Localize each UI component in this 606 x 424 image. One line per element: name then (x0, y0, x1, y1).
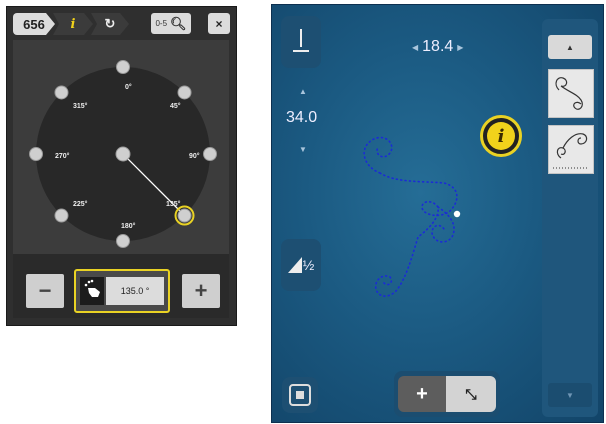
plus-icon: + (194, 278, 208, 303)
angle-value: 135.0 ° (106, 277, 164, 305)
balance-button[interactable]: ½ (281, 239, 321, 291)
scroll-down-button[interactable]: ▼ (548, 383, 592, 407)
dial-center-knob (115, 146, 131, 162)
angle-label-0: 0° (125, 84, 132, 91)
length-up-icon[interactable]: ▲ (299, 87, 307, 96)
decrease-angle-button[interactable]: − (26, 274, 64, 308)
angle-label-315: 315° (73, 103, 88, 110)
info-button[interactable]: i (480, 115, 522, 157)
angle-label-180: 180° (121, 223, 136, 230)
zoom-button[interactable]: 0-5 🔍︎ (151, 13, 191, 34)
move-arrows-icon: ⤡ (465, 385, 477, 402)
angle-dial-panel: 0° 45° 90° 135° 180° 225° 270° 315° (13, 40, 229, 254)
stitch-width-display: ◀ 18.4 ▶ (412, 38, 463, 56)
magnifier-icon: 🔍︎ (170, 15, 187, 31)
frame-button[interactable] (282, 377, 318, 413)
scroll-down-icon: ▼ (566, 390, 574, 400)
angle-knob-135[interactable] (177, 208, 192, 223)
arrow-right-icon[interactable]: ▶ (457, 43, 463, 52)
angle-knob-0[interactable] (116, 60, 130, 74)
stitch-width-value: 18.4 (422, 38, 454, 55)
stitch-width-button[interactable] (281, 16, 321, 68)
plus-icon: + (416, 382, 428, 405)
pattern-sidebar: ▲ ▼ (542, 19, 598, 417)
close-button[interactable]: × (208, 13, 230, 34)
info-crumb[interactable]: i (53, 13, 93, 35)
angle-dialog: 656 i ↻ 0-5 🔍︎ × 0° 45° 90° 135° 180° 22… (6, 6, 237, 326)
angle-knob-90[interactable] (203, 147, 217, 161)
stitch-number-crumb[interactable]: 656 (13, 13, 55, 35)
needle-position-marker (453, 210, 461, 218)
angle-knob-180[interactable] (116, 234, 130, 248)
increase-angle-button[interactable]: + (182, 274, 220, 308)
scroll-up-button[interactable]: ▲ (548, 35, 592, 59)
add-move-group: + ⤡ (394, 371, 500, 417)
angle-dial (29, 60, 217, 248)
length-down-icon[interactable]: ▼ (299, 145, 307, 154)
angle-label-45: 45° (170, 103, 181, 110)
angle-knob-45[interactable] (177, 85, 192, 100)
add-button[interactable]: + (398, 376, 446, 412)
needle-icon (293, 29, 309, 52)
angle-label-90: 90° (189, 153, 200, 160)
angle-knob-270[interactable] (29, 147, 43, 161)
breadcrumb: 656 i ↻ (13, 13, 127, 35)
frame-icon (289, 384, 311, 406)
info-icon: i (487, 122, 515, 150)
zoom-range-label: 0-5 (155, 19, 168, 28)
stitch-editor: ◀ 18.4 ▶ ▲ 34.0 ▼ ½ i ▲ ▼ + ⤡ (271, 4, 604, 423)
hand-touch-icon (80, 277, 104, 305)
minus-icon: − (38, 278, 52, 303)
move-button[interactable]: ⤡ (446, 376, 496, 412)
refresh-icon: ↻ (104, 16, 116, 31)
angle-label-270: 270° (55, 153, 70, 160)
stitch-length-value: 34.0 (286, 109, 318, 126)
pattern-thumbnail-2[interactable] (548, 125, 594, 174)
spiral-pattern-dotted-icon (553, 133, 589, 169)
balance-label: ½ (302, 257, 315, 273)
close-icon: × (215, 16, 223, 31)
angle-value-field[interactable]: 135.0 ° (74, 269, 170, 313)
pattern-thumbnail-1[interactable] (548, 69, 594, 118)
scroll-up-icon: ▲ (566, 42, 574, 52)
refresh-crumb[interactable]: ↻ (91, 13, 129, 35)
angle-label-225: 225° (73, 201, 88, 208)
spiral-pattern-icon (555, 77, 583, 110)
balance-icon (287, 257, 302, 273)
angle-knob-225[interactable] (54, 208, 69, 223)
arrow-left-icon[interactable]: ◀ (412, 43, 418, 52)
angle-controls: − 135.0 ° + (13, 254, 229, 318)
angle-label-135: 135° (166, 201, 181, 208)
stitch-number-text: 656 (23, 16, 45, 32)
info-icon: i (70, 16, 76, 32)
angle-knob-315[interactable] (54, 85, 69, 100)
